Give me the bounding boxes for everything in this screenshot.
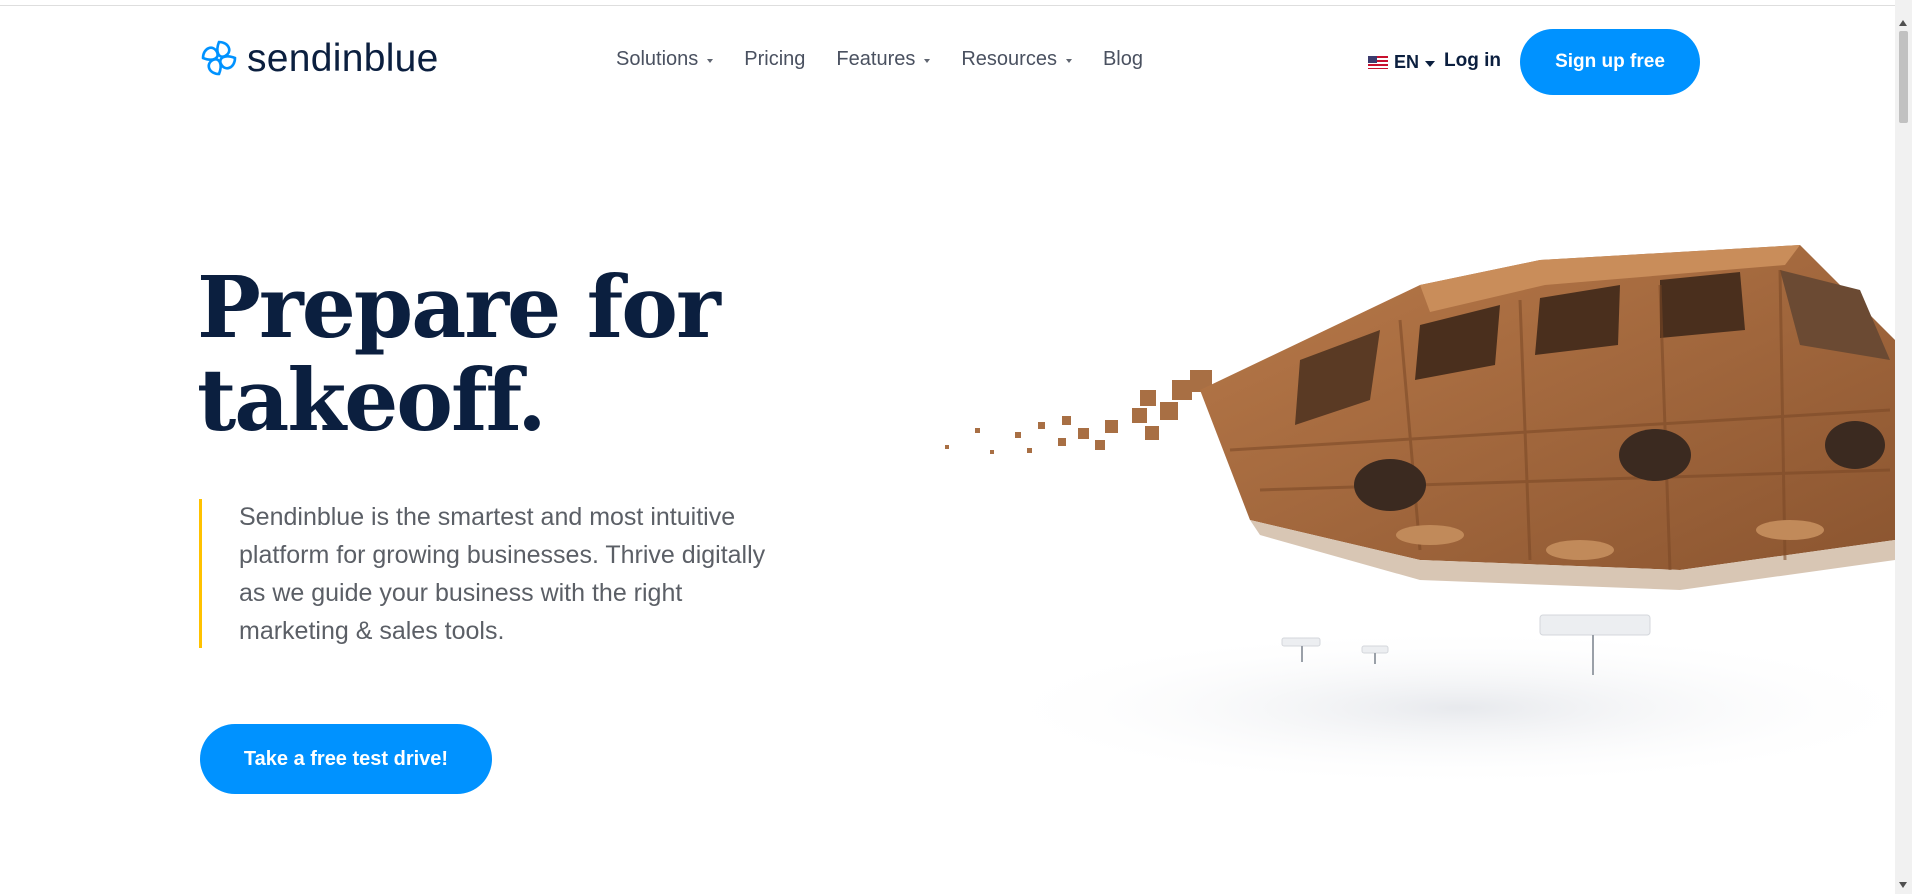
language-label: EN xyxy=(1394,52,1420,72)
language-selector[interactable]: EN xyxy=(1368,52,1436,73)
nav-label: Blog xyxy=(1102,48,1143,70)
nav-label: Solutions xyxy=(616,48,699,70)
nav-label: Features xyxy=(836,48,916,70)
signup-button[interactable]: Sign up free xyxy=(1520,29,1700,95)
wooden-toy-van-illustration xyxy=(945,245,1895,788)
accent-bar xyxy=(199,499,202,648)
spiral-logo-icon xyxy=(201,40,237,76)
scrollbar-thumb[interactable] xyxy=(1899,31,1908,123)
nav-item-resources[interactable]: Resources xyxy=(961,48,1072,71)
us-flag-icon xyxy=(1368,56,1388,69)
caret-down-icon xyxy=(1065,58,1072,63)
hero-title: Prepare for takeoff. xyxy=(197,262,757,448)
test-drive-button[interactable]: Take a free test drive! xyxy=(200,724,492,794)
caret-down-icon xyxy=(924,58,931,63)
nav-item-features[interactable]: Features xyxy=(836,48,931,71)
scroll-up-arrow-icon[interactable] xyxy=(1899,20,1907,26)
page-scrollbar[interactable] xyxy=(1895,0,1912,894)
nav-label: Resources xyxy=(961,48,1057,70)
brand-name: sendinblue xyxy=(247,36,439,80)
login-link[interactable]: Log in xyxy=(1444,50,1501,72)
nav-label: Pricing xyxy=(744,48,806,70)
hero-description: Sendinblue is the smartest and most intu… xyxy=(239,503,766,645)
nav-item-solutions[interactable]: Solutions xyxy=(616,48,714,71)
main-nav: Solutions Pricing Features Resources Blo… xyxy=(616,48,1174,71)
hero-title-line2: takeoff. xyxy=(197,351,547,451)
hero-title-line1: Prepare for xyxy=(197,258,721,358)
nav-item-blog[interactable]: Blog xyxy=(1103,48,1143,71)
nav-item-pricing[interactable]: Pricing xyxy=(744,48,805,71)
scroll-down-arrow-icon[interactable] xyxy=(1899,882,1907,888)
caret-down-icon xyxy=(1425,61,1436,67)
caret-down-icon xyxy=(707,58,714,63)
top-divider xyxy=(0,5,1895,6)
brand-logo[interactable]: sendinblue xyxy=(199,38,439,78)
